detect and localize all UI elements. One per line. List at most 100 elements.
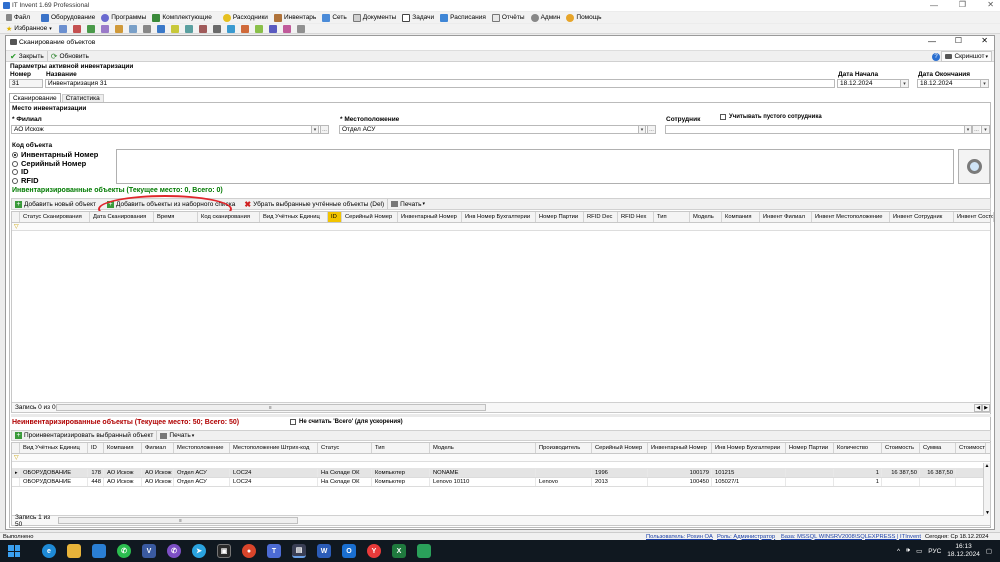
column-header[interactable]: Статус: [318, 443, 372, 453]
table-row[interactable]: ▸ ОБОРУДОВАНИЕ 178 АО Искож АО Искож Отдел АС…: [12, 469, 990, 478]
column-header[interactable]: Филиал: [142, 443, 174, 453]
menu-programs[interactable]: Программы: [98, 12, 149, 23]
column-header[interactable]: Инвент Местоположение: [812, 212, 890, 222]
toolbar-icon[interactable]: [72, 24, 81, 33]
column-header[interactable]: Местоположение Штрих-код: [230, 443, 318, 453]
column-header[interactable]: Вид Учётных Единиц: [20, 443, 88, 453]
column-header[interactable]: Номер Партии: [786, 443, 834, 453]
minimize-app-icon[interactable]: —: [930, 1, 938, 10]
close-button[interactable]: ✔ Закрыть: [6, 51, 47, 61]
viber-icon[interactable]: ✆: [167, 544, 181, 558]
yandex-icon[interactable]: Y: [367, 544, 381, 558]
table-row[interactable]: ОБОРУДОВАНИЕ 448 АО Искож АО Искож Отдел АСУ…: [12, 478, 990, 487]
column-header[interactable]: ID: [328, 212, 342, 222]
minimize-dialog-icon[interactable]: —: [928, 37, 936, 46]
menu-documents[interactable]: Документы: [350, 12, 400, 23]
close-app-icon[interactable]: ✕: [987, 0, 994, 9]
volume-icon[interactable]: 🕪: [906, 547, 910, 555]
toolbar-icon[interactable]: [58, 24, 67, 33]
splitter[interactable]: [11, 414, 991, 417]
print-button[interactable]: Печать ▾: [387, 199, 428, 209]
vpn-icon[interactable]: V: [142, 544, 156, 558]
inventory-selected-button[interactable]: + Проинвентаризировать выбранный объект: [12, 431, 156, 440]
column-header[interactable]: Серийный Номер: [592, 443, 648, 453]
column-header[interactable]: ID: [88, 443, 104, 453]
toolbar-icon[interactable]: [254, 24, 263, 33]
excel-icon[interactable]: X: [392, 544, 406, 558]
toolbar-icon[interactable]: [212, 24, 221, 33]
date-start-field[interactable]: 18.12.2024 ▾: [837, 79, 909, 88]
maximize-dialog-icon[interactable]: ☐: [955, 36, 962, 45]
toolbar-icon[interactable]: [184, 24, 193, 33]
chevron-down-icon[interactable]: ▾: [980, 80, 988, 87]
employee-field[interactable]: ▾… ▾: [665, 125, 990, 134]
column-header[interactable]: Компания: [104, 443, 142, 453]
menu-components[interactable]: Комплектующие: [149, 12, 214, 23]
edge-icon[interactable]: e: [42, 544, 56, 558]
search-button[interactable]: [958, 149, 990, 184]
chevron-down-icon[interactable]: ▾: [964, 126, 972, 133]
column-header[interactable]: Номер Партии: [536, 212, 584, 222]
column-header[interactable]: Инвент Состо: [954, 212, 994, 222]
toolbar-icon[interactable]: [114, 24, 123, 33]
toolbar-icon[interactable]: [100, 24, 109, 33]
toolbar-icon[interactable]: [198, 24, 207, 33]
column-header[interactable]: Количество: [834, 443, 882, 453]
teams-icon[interactable]: T: [267, 544, 281, 558]
date-end-field[interactable]: 18.12.2024 ▾: [917, 79, 989, 88]
menu-file[interactable]: Файл: [0, 12, 33, 23]
toolbar-icon[interactable]: [296, 24, 305, 33]
column-header[interactable]: Местоположение: [174, 443, 230, 453]
column-header[interactable]: Инвент Сотрудник: [890, 212, 954, 222]
toolbar-icon[interactable]: [142, 24, 151, 33]
column-header[interactable]: Инвентарный Номер: [398, 212, 462, 222]
column-header[interactable]: Производитель: [536, 443, 592, 453]
tab-scanning[interactable]: Сканирование: [9, 93, 61, 102]
column-header[interactable]: Тип: [654, 212, 690, 222]
toolbar-icon[interactable]: [268, 24, 277, 33]
menu-inventory[interactable]: Инвентарь: [271, 12, 319, 23]
column-header[interactable]: Стоимость: [882, 443, 920, 453]
status-user[interactable]: Пользователь: Рохин ОА: [646, 534, 713, 540]
column-header[interactable]: Модель: [690, 212, 722, 222]
scroll-up-icon[interactable]: ▲: [984, 463, 990, 469]
column-header[interactable]: Сумма: [920, 443, 956, 453]
screenshot-button[interactable]: Скриншот ▾: [941, 51, 992, 62]
scroll-right-icon[interactable]: ▶: [982, 403, 990, 412]
notification-icon[interactable]: ▢: [986, 547, 992, 555]
code-input[interactable]: [116, 149, 954, 184]
column-header[interactable]: Компания: [722, 212, 760, 222]
menu-consumables[interactable]: Расходники: [215, 12, 271, 23]
column-header[interactable]: Серийный Номер: [342, 212, 398, 222]
column-header[interactable]: Время: [154, 212, 198, 222]
chrome-icon[interactable]: ●: [242, 544, 256, 558]
column-header[interactable]: Инвентарный Номер: [648, 443, 712, 453]
status-role[interactable]: Роль: Администратор: [717, 534, 775, 540]
restore-app-icon[interactable]: ❐: [959, 0, 966, 9]
network-tray-icon[interactable]: ▭: [916, 547, 922, 555]
column-header[interactable]: Инвент Филиал: [760, 212, 812, 222]
toolbar-icon[interactable]: [282, 24, 291, 33]
media-icon[interactable]: ▣: [217, 544, 231, 558]
keyboard-language[interactable]: РУС: [928, 548, 941, 555]
column-header[interactable]: Стоимость с с: [956, 443, 986, 453]
clear-icon[interactable]: ▾: [981, 126, 989, 133]
cloud-icon[interactable]: [92, 544, 106, 558]
scroll-left-icon[interactable]: ◀: [974, 403, 983, 412]
column-header[interactable]: RFID Hex: [618, 212, 654, 222]
column-header[interactable]: Инв Номер Бухгалтерии: [712, 443, 786, 453]
itinvent-icon[interactable]: ▤: [292, 544, 306, 558]
clock[interactable]: 16:13 18.12.2024: [947, 543, 980, 559]
ignore-total-checkbox[interactable]: Не считать 'Всего' (для ускорения): [290, 419, 403, 425]
column-header[interactable]: Модель: [430, 443, 536, 453]
toolbar-icon[interactable]: [128, 24, 137, 33]
refresh-button[interactable]: ⟳ Обновить: [46, 51, 92, 61]
column-header[interactable]: Код сканирования: [198, 212, 260, 222]
add-new-object-button[interactable]: + Добавить новый объект: [12, 199, 99, 209]
folder-icon[interactable]: [67, 544, 81, 558]
place-field[interactable]: Отдел АСУ ▾…: [339, 125, 656, 134]
telegram-icon[interactable]: ➤: [192, 544, 206, 558]
toolbar-icon[interactable]: [226, 24, 235, 33]
favorites-button[interactable]: ★ Избранное ▾: [0, 24, 55, 33]
column-header[interactable]: Инв Номер Бухгалтерии: [462, 212, 536, 222]
